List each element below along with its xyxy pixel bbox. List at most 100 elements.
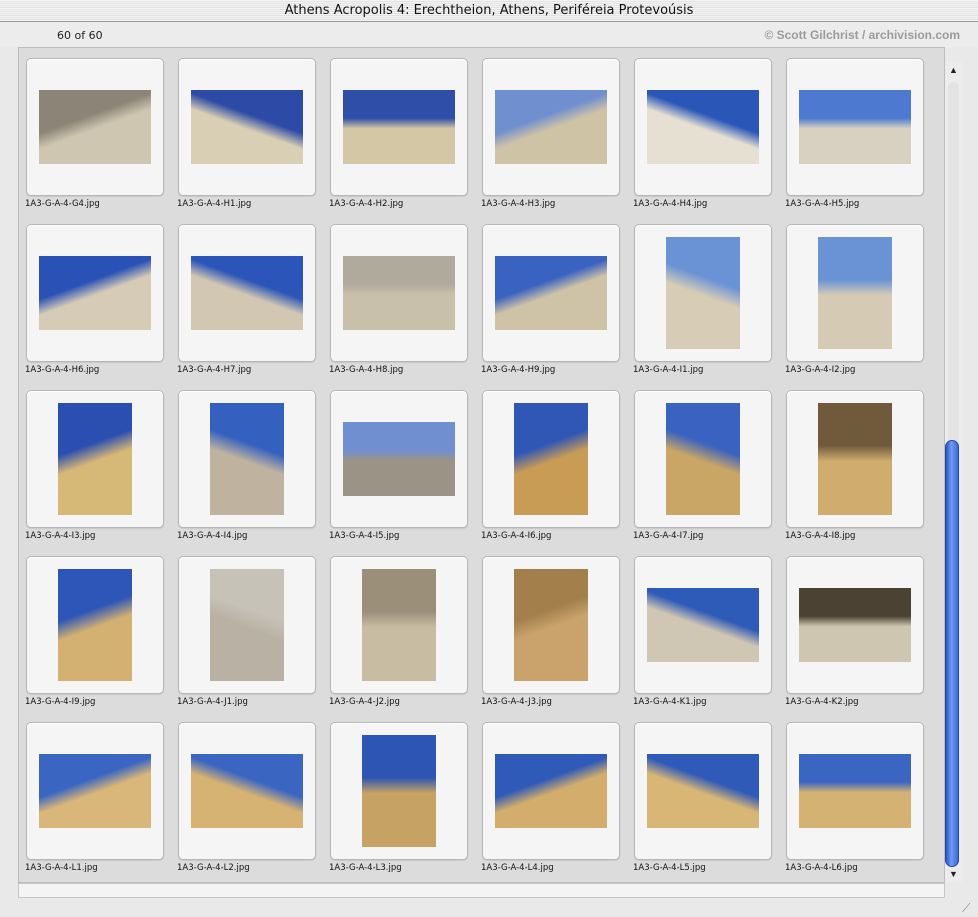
slide-frame[interactable] <box>178 556 316 694</box>
slide-frame[interactable] <box>26 722 164 860</box>
photo-thumbnail[interactable] <box>799 754 911 828</box>
slide-frame[interactable] <box>26 224 164 362</box>
thumbnail-item[interactable]: 1A3-G-A-4-J3.jpg <box>481 554 621 720</box>
slide-frame[interactable] <box>634 390 772 528</box>
thumbnail-item[interactable]: 1A3-G-A-4-L3.jpg <box>329 720 469 882</box>
slide-frame[interactable] <box>786 58 924 196</box>
slide-frame[interactable] <box>178 722 316 860</box>
thumbnail-item[interactable]: 1A3-G-A-4-L1.jpg <box>25 720 165 882</box>
scroll-up-arrow-icon[interactable]: ▲ <box>945 62 962 78</box>
photo-thumbnail[interactable] <box>58 569 132 681</box>
thumbnail-item[interactable]: 1A3-G-A-4-I4.jpg <box>177 388 317 554</box>
photo-thumbnail[interactable] <box>666 237 740 349</box>
thumbnail-item[interactable]: 1A3-G-A-4-J1.jpg <box>177 554 317 720</box>
photo-thumbnail[interactable] <box>818 237 892 349</box>
photo-thumbnail[interactable] <box>514 403 588 515</box>
thumbnail-item[interactable]: 1A3-G-A-4-H9.jpg <box>481 222 621 388</box>
slide-frame[interactable] <box>330 556 468 694</box>
slide-frame[interactable] <box>178 224 316 362</box>
photo-thumbnail[interactable] <box>191 90 303 164</box>
photo-thumbnail[interactable] <box>343 256 455 330</box>
thumbnail-filename: 1A3-G-A-4-L6.jpg <box>785 863 858 873</box>
thumbnail-item[interactable]: 1A3-G-A-4-I8.jpg <box>785 388 925 554</box>
slide-frame[interactable] <box>482 556 620 694</box>
photo-thumbnail[interactable] <box>495 90 607 164</box>
photo-thumbnail[interactable] <box>362 735 436 847</box>
slide-frame[interactable] <box>786 722 924 860</box>
photo-thumbnail[interactable] <box>799 588 911 662</box>
thumbnail-item[interactable]: 1A3-G-A-4-L4.jpg <box>481 720 621 882</box>
thumbnail-item[interactable]: 1A3-G-A-4-H8.jpg <box>329 222 469 388</box>
photo-thumbnail[interactable] <box>39 754 151 828</box>
slide-frame[interactable] <box>178 390 316 528</box>
photo-thumbnail[interactable] <box>799 90 911 164</box>
thumbnail-item[interactable]: 1A3-G-A-4-G4.jpg <box>25 56 165 222</box>
thumbnail-item[interactable]: 1A3-G-A-4-H4.jpg <box>633 56 773 222</box>
slide-frame[interactable] <box>26 390 164 528</box>
thumbnail-filename: 1A3-G-A-4-H6.jpg <box>25 365 100 375</box>
thumbnail-item[interactable]: 1A3-G-A-4-H1.jpg <box>177 56 317 222</box>
thumbnail-item[interactable]: 1A3-G-A-4-K1.jpg <box>633 554 773 720</box>
slide-frame[interactable] <box>330 58 468 196</box>
photo-thumbnail[interactable] <box>818 403 892 515</box>
photo-thumbnail[interactable] <box>210 569 284 681</box>
slide-frame[interactable] <box>634 556 772 694</box>
photo-thumbnail[interactable] <box>343 90 455 164</box>
slide-frame[interactable] <box>330 722 468 860</box>
photo-thumbnail[interactable] <box>39 256 151 330</box>
photo-thumbnail[interactable] <box>647 90 759 164</box>
thumbnail-item[interactable]: 1A3-G-A-4-H6.jpg <box>25 222 165 388</box>
slide-frame[interactable] <box>482 58 620 196</box>
slide-frame[interactable] <box>634 224 772 362</box>
scroll-down-arrow-icon[interactable]: ▼ <box>945 866 962 882</box>
thumbnail-item[interactable]: 1A3-G-A-4-I2.jpg <box>785 222 925 388</box>
photo-thumbnail[interactable] <box>191 256 303 330</box>
window-titlebar[interactable]: Athens Acropolis 4: Erechtheion, Athens,… <box>0 0 978 22</box>
photo-thumbnail[interactable] <box>495 754 607 828</box>
slide-frame[interactable] <box>482 390 620 528</box>
thumbnail-item[interactable]: 1A3-G-A-4-I9.jpg <box>25 554 165 720</box>
thumbnail-filename: 1A3-G-A-4-I3.jpg <box>25 531 96 541</box>
photo-thumbnail[interactable] <box>210 403 284 515</box>
slide-frame[interactable] <box>786 224 924 362</box>
slide-frame[interactable] <box>634 58 772 196</box>
slide-frame[interactable] <box>330 390 468 528</box>
slide-frame[interactable] <box>634 722 772 860</box>
slide-frame[interactable] <box>482 722 620 860</box>
photo-thumbnail[interactable] <box>362 569 436 681</box>
slide-frame[interactable] <box>26 58 164 196</box>
thumbnail-item[interactable]: 1A3-G-A-4-I1.jpg <box>633 222 773 388</box>
photo-thumbnail[interactable] <box>343 422 455 496</box>
photo-thumbnail[interactable] <box>39 90 151 164</box>
thumbnail-item[interactable]: 1A3-G-A-4-I7.jpg <box>633 388 773 554</box>
thumbnail-item[interactable]: 1A3-G-A-4-H5.jpg <box>785 56 925 222</box>
thumbnail-item[interactable]: 1A3-G-A-4-H2.jpg <box>329 56 469 222</box>
thumbnail-item[interactable]: 1A3-G-A-4-I5.jpg <box>329 388 469 554</box>
slide-frame[interactable] <box>482 224 620 362</box>
resize-grip-icon[interactable]: ⟋ <box>962 901 976 915</box>
photo-thumbnail[interactable] <box>647 754 759 828</box>
photo-thumbnail[interactable] <box>58 403 132 515</box>
thumbnail-item[interactable]: 1A3-G-A-4-J2.jpg <box>329 554 469 720</box>
slide-frame[interactable] <box>330 224 468 362</box>
photo-thumbnail[interactable] <box>495 256 607 330</box>
photo-thumbnail[interactable] <box>666 403 740 515</box>
slide-frame[interactable] <box>178 58 316 196</box>
thumbnail-item[interactable]: 1A3-G-A-4-L5.jpg <box>633 720 773 882</box>
horizontal-scrollbar[interactable] <box>18 883 945 898</box>
thumbnail-item[interactable]: 1A3-G-A-4-I3.jpg <box>25 388 165 554</box>
thumbnail-item[interactable]: 1A3-G-A-4-K2.jpg <box>785 554 925 720</box>
thumbnail-item[interactable]: 1A3-G-A-4-H3.jpg <box>481 56 621 222</box>
scroll-thumb[interactable] <box>945 440 959 867</box>
slide-frame[interactable] <box>26 556 164 694</box>
thumbnail-item[interactable]: 1A3-G-A-4-H7.jpg <box>177 222 317 388</box>
slide-frame[interactable] <box>786 556 924 694</box>
thumbnail-item[interactable]: 1A3-G-A-4-I6.jpg <box>481 388 621 554</box>
thumbnail-item[interactable]: 1A3-G-A-4-L6.jpg <box>785 720 925 882</box>
thumbnail-filename: 1A3-G-A-4-H5.jpg <box>785 199 860 209</box>
photo-thumbnail[interactable] <box>191 754 303 828</box>
slide-frame[interactable] <box>786 390 924 528</box>
thumbnail-item[interactable]: 1A3-G-A-4-L2.jpg <box>177 720 317 882</box>
photo-thumbnail[interactable] <box>514 569 588 681</box>
photo-thumbnail[interactable] <box>647 588 759 662</box>
